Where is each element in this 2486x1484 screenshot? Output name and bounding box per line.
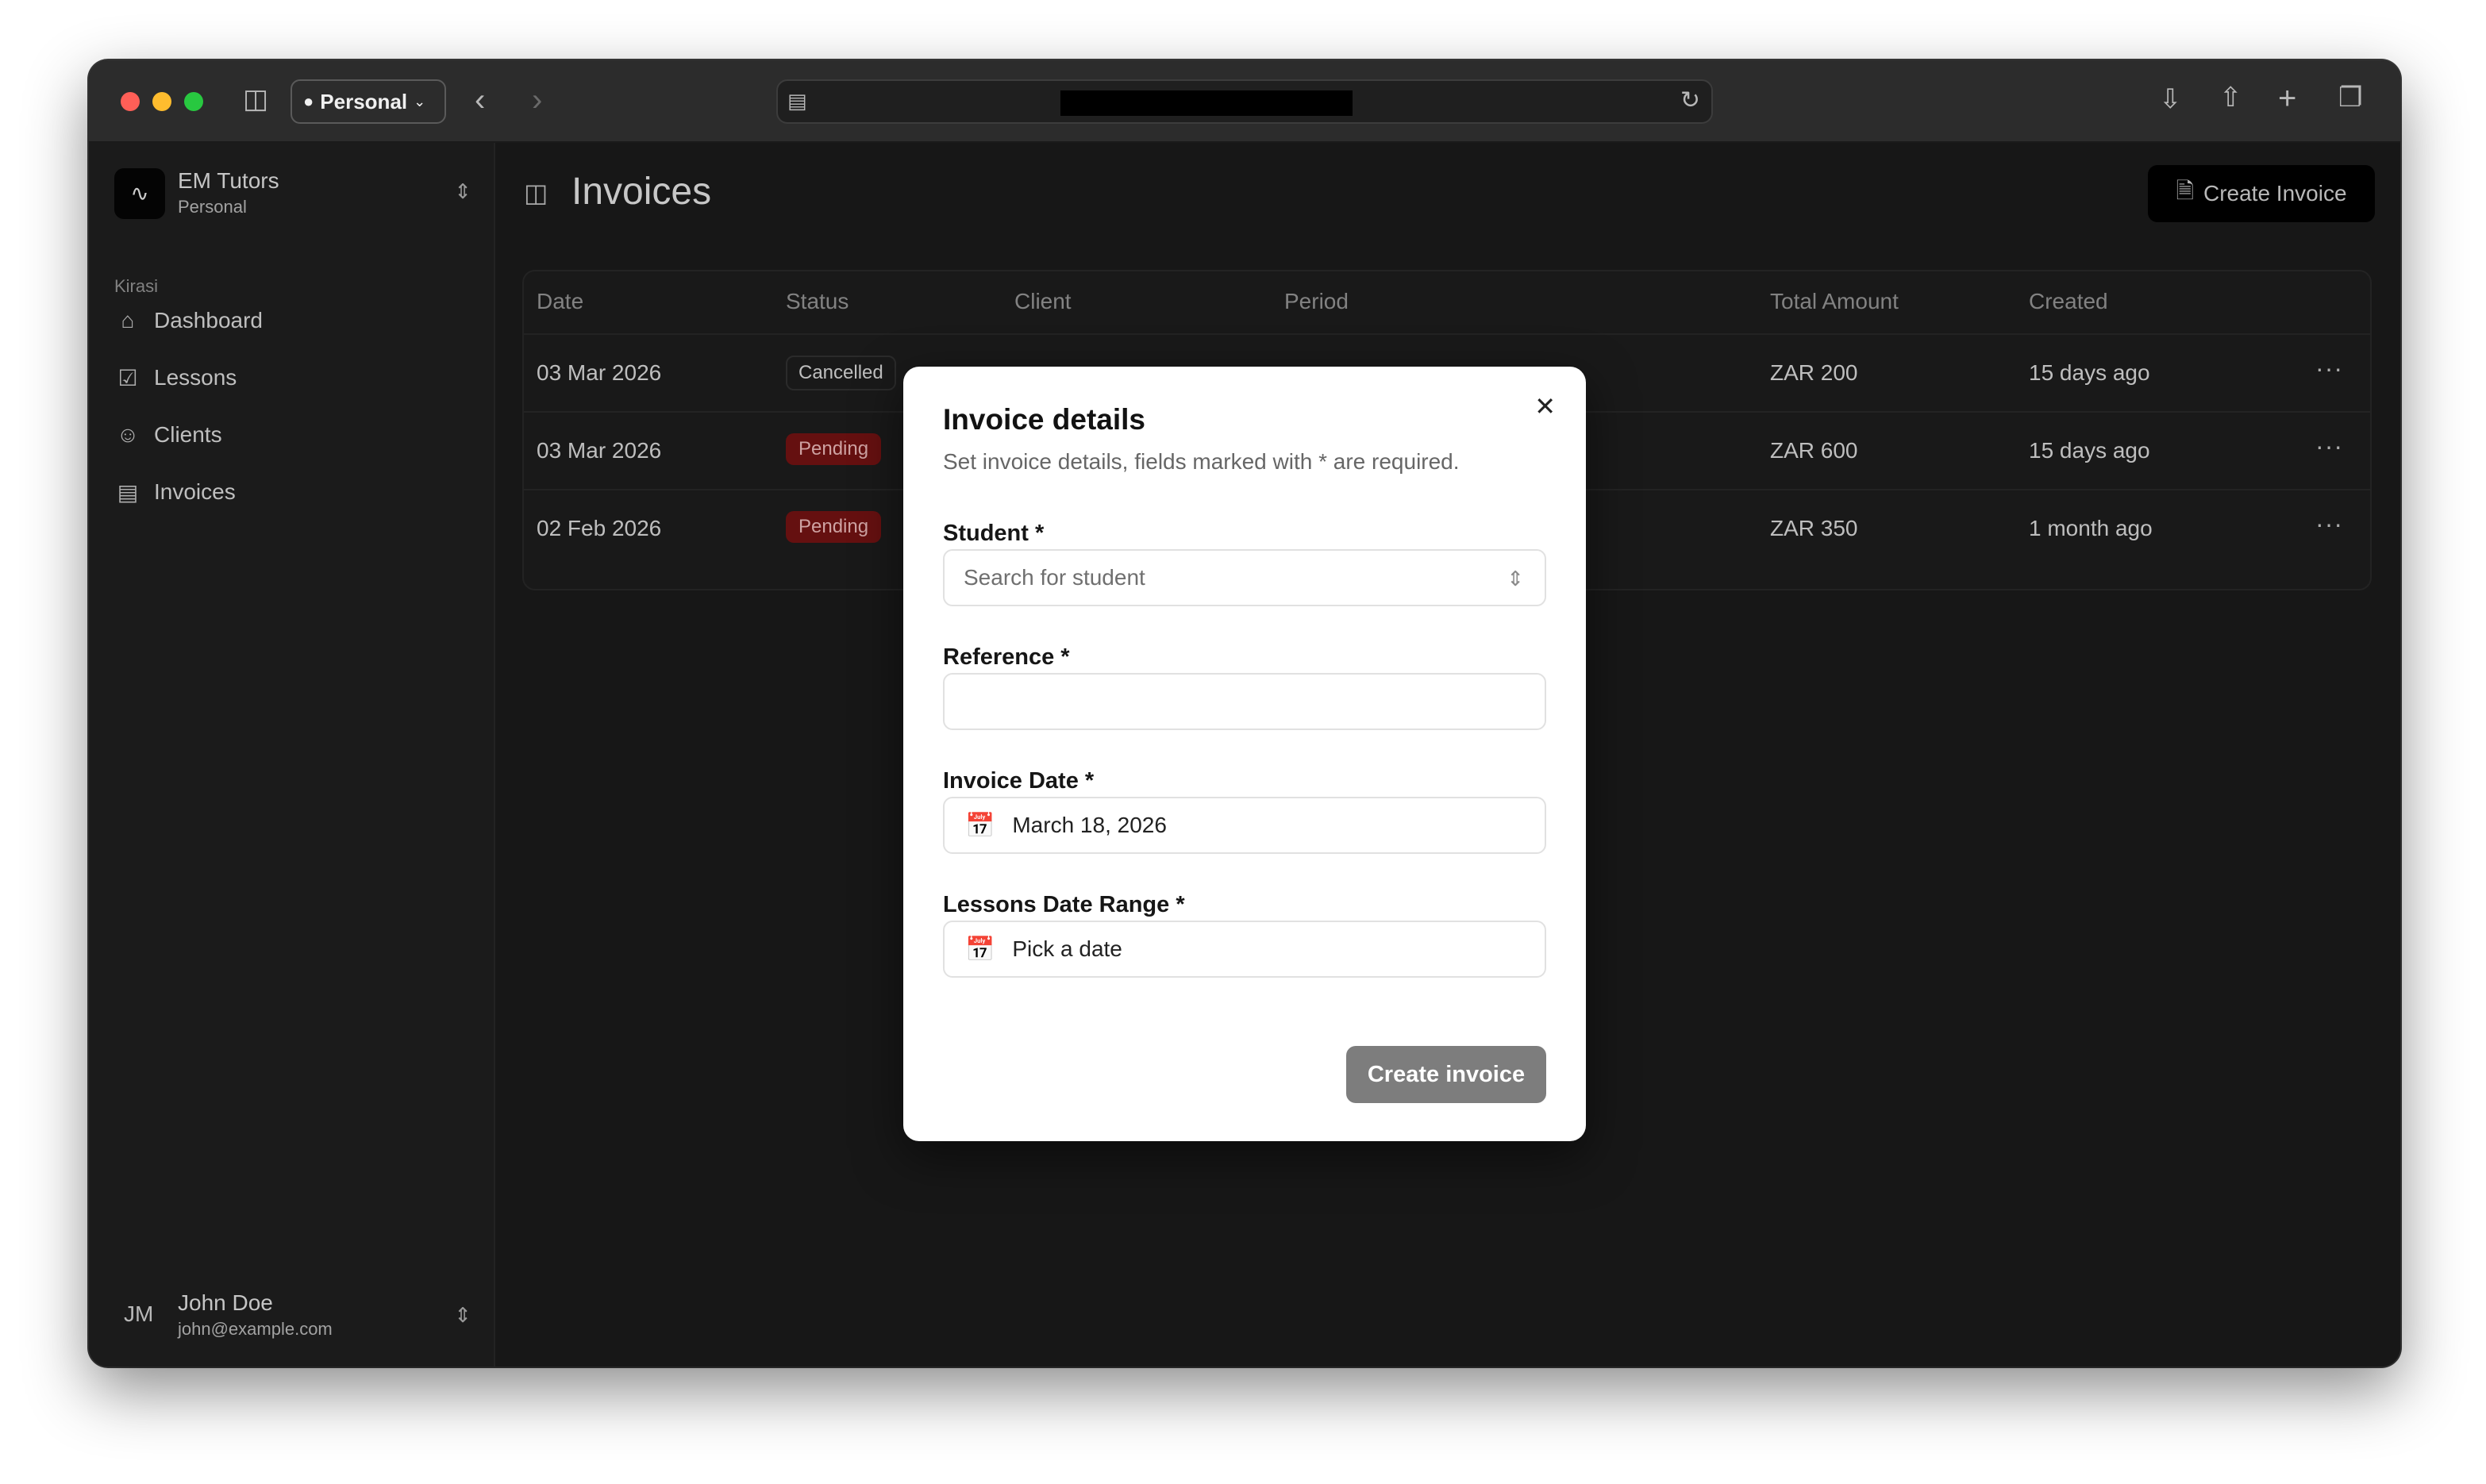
close-window-button[interactable] <box>121 92 140 111</box>
chevron-up-down-icon: ⇕ <box>1507 567 1524 590</box>
close-icon[interactable]: ✕ <box>1534 394 1556 419</box>
forward-icon[interactable]: › <box>532 84 542 116</box>
student-combobox[interactable]: Search for student ⇕ <box>943 549 1546 606</box>
zoom-window-button[interactable] <box>184 92 203 111</box>
page-settings-icon[interactable]: ▤ <box>787 90 807 111</box>
download-icon[interactable]: ⇩ <box>2159 86 2182 113</box>
dialog-description: Set invoice details, fields marked with … <box>943 449 1460 474</box>
calendar-icon: 📅 <box>965 812 995 839</box>
student-label: Student * <box>943 521 1045 546</box>
lessons-date-range-label: Lessons Date Range * <box>943 892 1185 917</box>
lessons-date-range-picker[interactable]: 📅 Pick a date <box>943 921 1546 978</box>
sidebar-toggle-icon[interactable]: ◫ <box>243 86 268 113</box>
new-tab-icon[interactable]: + <box>2278 83 2296 114</box>
back-icon[interactable]: ‹ <box>475 84 485 116</box>
dialog-title: Invoice details <box>943 403 1145 436</box>
address-bar[interactable]: ▤ ↻ <box>776 79 1713 124</box>
profile-button[interactable]: ● Personal ⌄ <box>291 79 446 124</box>
invoice-date-label: Invoice Date * <box>943 768 1095 794</box>
invoice-date-picker[interactable]: 📅 March 18, 2026 <box>943 797 1546 854</box>
create-invoice-submit-button[interactable]: Create invoice <box>1346 1046 1546 1103</box>
redacted-url <box>1060 90 1353 116</box>
chevron-down-icon: ⌄ <box>414 93 426 110</box>
invoice-details-dialog: ✕ Invoice details Set invoice details, f… <box>903 367 1586 1141</box>
profile-label: Personal <box>320 89 408 113</box>
lessons-date-range-value: Pick a date <box>1012 936 1122 961</box>
share-icon[interactable]: ⇧ <box>2219 84 2242 111</box>
reload-icon[interactable]: ↻ <box>1680 89 1700 113</box>
minimize-window-button[interactable] <box>152 92 171 111</box>
person-icon: ● <box>303 91 314 111</box>
invoice-date-value: March 18, 2026 <box>1012 813 1167 837</box>
tab-overview-icon[interactable]: ❐ <box>2338 84 2362 111</box>
calendar-icon: 📅 <box>965 936 995 963</box>
reference-input[interactable] <box>943 673 1546 730</box>
reference-label: Reference * <box>943 644 1070 670</box>
browser-toolbar: ◫ ● Personal ⌄ ‹ › ▤ ↻ ⇩ ⇧ + ❐ <box>89 60 2400 143</box>
browser-window: ◫ ● Personal ⌄ ‹ › ▤ ↻ ⇩ ⇧ + ❐ ∿ EM Tuto… <box>89 60 2400 1367</box>
student-placeholder: Search for student <box>964 565 1145 590</box>
